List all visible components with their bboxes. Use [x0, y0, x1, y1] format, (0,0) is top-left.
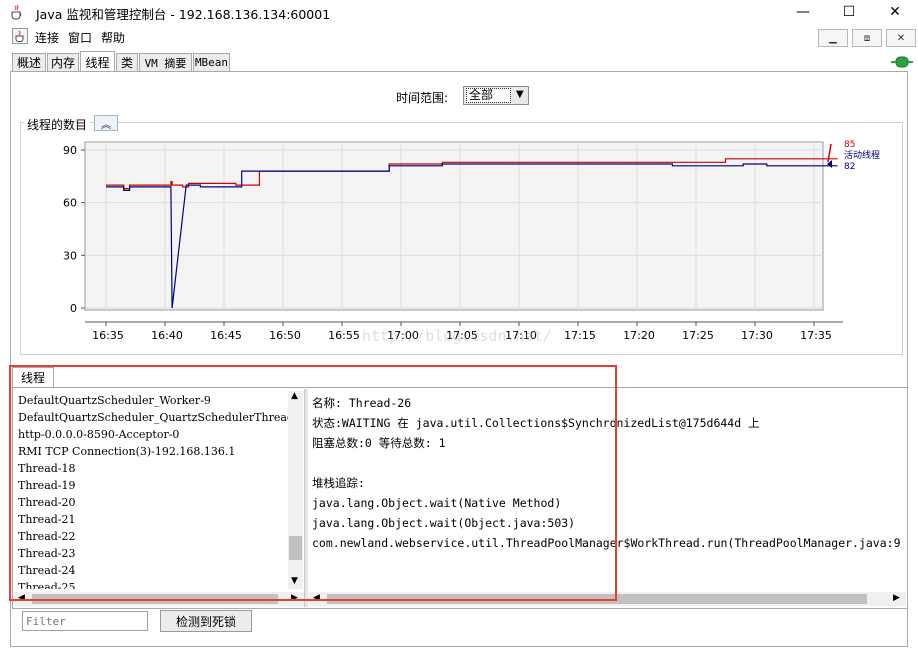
menu-bar: 连接 窗口 帮助: [0, 26, 918, 48]
inner-restore-button[interactable]: ⧈: [852, 29, 882, 47]
x-tick-label: 17:25: [682, 329, 714, 342]
watermark-text: http://blog.csdn.net/: [362, 327, 552, 345]
thread-list-item[interactable]: http-0.0.0.0-8590-Acceptor-0: [18, 426, 288, 443]
java-cup-icon[interactable]: [12, 28, 28, 44]
menu-window[interactable]: 窗口: [68, 29, 92, 46]
x-tick-label: 17:30: [741, 329, 773, 342]
tab-memory[interactable]: 内存: [47, 53, 79, 71]
menu-help[interactable]: 帮助: [101, 29, 125, 46]
thread-list-scrollbar[interactable]: ▲ ▼: [288, 391, 303, 589]
thread-list[interactable]: DefaultQuartzScheduler_Worker-9 DefaultQu…: [14, 392, 288, 589]
thread-list-item[interactable]: RMI TCP Connection(3)-192.168.136.1: [18, 443, 288, 460]
scroll-down-icon[interactable]: ▼: [291, 576, 298, 586]
split-divider[interactable]: [304, 389, 308, 607]
thread-detail-line: 状态:WAITING 在 java.util.Collections$Synch…: [312, 416, 760, 430]
thread-detail-line: java.lang.Object.wait(Native Method): [312, 496, 562, 510]
menu-connect[interactable]: 连接: [35, 29, 59, 46]
thread-list-item[interactable]: Thread-18: [18, 460, 288, 477]
minimize-button[interactable]: —: [780, 0, 826, 24]
scrollbar-thumb[interactable]: [289, 536, 302, 560]
scroll-right-icon[interactable]: ▶: [291, 593, 298, 603]
thread-list-item[interactable]: Thread-19: [18, 477, 288, 494]
x-tick-label: 17:15: [564, 329, 596, 342]
legend-value-total: 85: [844, 140, 855, 150]
scroll-left-icon[interactable]: ◀: [313, 593, 320, 603]
hscrollbar-thumb[interactable]: [32, 594, 278, 604]
thread-detail-line: 阻塞总数:0 等待总数: 1: [312, 436, 446, 450]
title-bar: Java 监视和管理控制台 - 192.168.136.134:60001 — …: [0, 0, 918, 24]
tab-threads[interactable]: 线程: [80, 51, 115, 72]
scroll-up-icon[interactable]: ▲: [291, 391, 298, 401]
window-title: Java 监视和管理控制台 - 192.168.136.134:60001: [36, 7, 331, 22]
thread-list-hscrollbar[interactable]: ◀ ▶: [14, 592, 304, 606]
inner-close-button[interactable]: ✕: [886, 29, 916, 47]
scroll-right-icon[interactable]: ▶: [893, 593, 900, 603]
details-hscrollbar[interactable]: ◀ ▶: [309, 592, 906, 606]
inner-minimize-button[interactable]: ▁: [818, 29, 848, 47]
x-tick-label: 16:45: [210, 329, 242, 342]
connected-plug-icon: [891, 56, 913, 68]
detect-deadlock-button[interactable]: 检测到死锁: [160, 610, 252, 632]
thread-list-item[interactable]: Thread-23: [18, 545, 288, 562]
thread-list-item[interactable]: Thread-24: [18, 562, 288, 579]
x-tick-label: 16:55: [328, 329, 360, 342]
x-tick-label: 16:35: [92, 329, 124, 342]
thread-detail-line: [312, 453, 906, 473]
tab-mbean[interactable]: MBean: [193, 53, 230, 71]
hscrollbar-thumb[interactable]: [327, 594, 867, 604]
filter-input[interactable]: [22, 611, 148, 631]
chart-grid: [84, 141, 824, 311]
x-tick-label: 16:50: [269, 329, 301, 342]
x-tick-label: 17:35: [800, 329, 832, 342]
minimize-icon: ▁: [829, 32, 837, 44]
close-button[interactable]: ✕: [872, 0, 918, 24]
x-tick-label: 17:20: [623, 329, 655, 342]
thread-count-chart: 030609016:35 16:40 16:45 16:50 16:55 17:00 17:…: [63, 140, 880, 342]
chart-legend: 85活动线程82: [827, 140, 880, 172]
thread-list-item[interactable]: Thread-25: [18, 579, 288, 589]
java-cup-icon: [9, 4, 25, 20]
y-tick-label: 30: [63, 249, 77, 262]
plot-area: [84, 141, 824, 311]
thread-list-item[interactable]: Thread-22: [18, 528, 288, 545]
tab-vm-summary[interactable]: VM 摘要: [139, 53, 192, 71]
thread-detail-line: 堆栈追踪:: [312, 476, 365, 490]
tab-overview[interactable]: 概述: [12, 53, 46, 71]
time-range-label: 时间范围:: [396, 91, 449, 105]
x-tick-label: 16:40: [151, 329, 183, 342]
maximize-button[interactable]: ☐: [826, 0, 872, 24]
legend-value-active: 82: [844, 162, 855, 172]
thread-list-item[interactable]: DefaultQuartzScheduler_QuartzSchedulerTh…: [18, 409, 288, 426]
thread-detail-line: 名称: Thread-26: [312, 396, 412, 410]
y-tick-label: 60: [63, 197, 77, 210]
time-range-value: 全部: [466, 88, 511, 103]
scroll-left-icon[interactable]: ◀: [18, 593, 25, 603]
chevron-down-icon: ▼: [516, 89, 524, 100]
y-tick-label: 90: [63, 144, 77, 157]
y-tick-label: 0: [70, 302, 77, 315]
thread-list-item[interactable]: DefaultQuartzScheduler_Worker-9: [18, 392, 288, 409]
thread-detail-line: com.newland.webservice.util.ThreadPoolMa…: [312, 536, 901, 550]
legend-label-active: 活动线程: [844, 149, 880, 161]
thread-list-item[interactable]: Thread-20: [18, 494, 288, 511]
time-range-select[interactable]: 全部 ▼: [463, 86, 529, 105]
tab-classes[interactable]: 类: [116, 53, 138, 71]
thread-detail-line: java.lang.Object.wait(Object.java:503): [312, 516, 576, 530]
tab-thread-list[interactable]: 线程: [12, 367, 54, 387]
thread-details: 名称: Thread-26 状态:WAITING 在 java.util.Coll…: [312, 393, 906, 588]
thread-list-item[interactable]: Thread-21: [18, 511, 288, 528]
